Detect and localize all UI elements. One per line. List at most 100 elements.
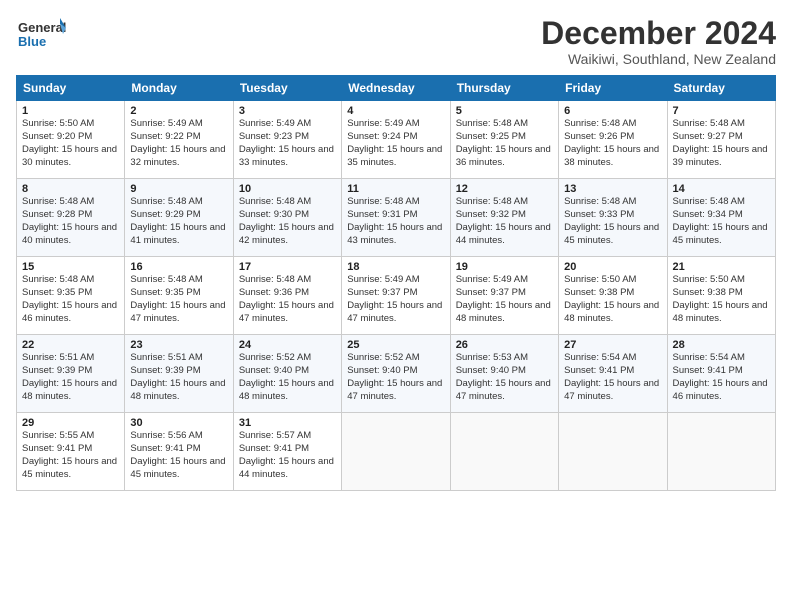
day-number: 7	[673, 105, 770, 117]
day-number: 6	[564, 105, 661, 117]
calendar-cell: 31 Sunrise: 5:57 AM Sunset: 9:41 PM Dayl…	[233, 413, 341, 491]
calendar-cell: 12 Sunrise: 5:48 AM Sunset: 9:32 PM Dayl…	[450, 179, 558, 257]
calendar-cell	[450, 413, 558, 491]
day-info: Sunrise: 5:48 AM Sunset: 9:25 PM Dayligh…	[456, 118, 553, 169]
day-number: 30	[130, 417, 227, 429]
calendar-cell: 9 Sunrise: 5:48 AM Sunset: 9:29 PM Dayli…	[125, 179, 233, 257]
day-number: 16	[130, 261, 227, 273]
day-info: Sunrise: 5:49 AM Sunset: 9:24 PM Dayligh…	[347, 118, 444, 169]
day-number: 26	[456, 339, 553, 351]
calendar-cell: 1 Sunrise: 5:50 AM Sunset: 9:20 PM Dayli…	[17, 101, 125, 179]
header-friday: Friday	[559, 76, 667, 101]
title-area: December 2024 Waikiwi, Southland, New Ze…	[541, 16, 776, 67]
calendar-cell: 18 Sunrise: 5:49 AM Sunset: 9:37 PM Dayl…	[342, 257, 450, 335]
calendar-cell: 4 Sunrise: 5:49 AM Sunset: 9:24 PM Dayli…	[342, 101, 450, 179]
week-row-5: 29 Sunrise: 5:55 AM Sunset: 9:41 PM Dayl…	[17, 413, 776, 491]
week-row-2: 8 Sunrise: 5:48 AM Sunset: 9:28 PM Dayli…	[17, 179, 776, 257]
day-info: Sunrise: 5:53 AM Sunset: 9:40 PM Dayligh…	[456, 352, 553, 403]
header-saturday: Saturday	[667, 76, 775, 101]
day-number: 23	[130, 339, 227, 351]
day-number: 18	[347, 261, 444, 273]
calendar-cell: 2 Sunrise: 5:49 AM Sunset: 9:22 PM Dayli…	[125, 101, 233, 179]
calendar-cell: 8 Sunrise: 5:48 AM Sunset: 9:28 PM Dayli…	[17, 179, 125, 257]
day-number: 25	[347, 339, 444, 351]
day-info: Sunrise: 5:52 AM Sunset: 9:40 PM Dayligh…	[239, 352, 336, 403]
day-info: Sunrise: 5:48 AM Sunset: 9:31 PM Dayligh…	[347, 196, 444, 247]
day-info: Sunrise: 5:57 AM Sunset: 9:41 PM Dayligh…	[239, 430, 336, 481]
logo: General Blue	[16, 16, 66, 54]
day-number: 24	[239, 339, 336, 351]
day-info: Sunrise: 5:49 AM Sunset: 9:37 PM Dayligh…	[456, 274, 553, 325]
day-info: Sunrise: 5:49 AM Sunset: 9:22 PM Dayligh…	[130, 118, 227, 169]
svg-text:Blue: Blue	[18, 34, 46, 49]
calendar-table: Sunday Monday Tuesday Wednesday Thursday…	[16, 75, 776, 491]
day-number: 11	[347, 183, 444, 195]
calendar-cell	[667, 413, 775, 491]
day-info: Sunrise: 5:50 AM Sunset: 9:20 PM Dayligh…	[22, 118, 119, 169]
calendar-cell	[342, 413, 450, 491]
header-monday: Monday	[125, 76, 233, 101]
logo-svg: General Blue	[16, 16, 66, 54]
week-row-1: 1 Sunrise: 5:50 AM Sunset: 9:20 PM Dayli…	[17, 101, 776, 179]
day-info: Sunrise: 5:48 AM Sunset: 9:32 PM Dayligh…	[456, 196, 553, 247]
day-number: 21	[673, 261, 770, 273]
day-info: Sunrise: 5:48 AM Sunset: 9:29 PM Dayligh…	[130, 196, 227, 247]
calendar-cell: 20 Sunrise: 5:50 AM Sunset: 9:38 PM Dayl…	[559, 257, 667, 335]
day-info: Sunrise: 5:49 AM Sunset: 9:37 PM Dayligh…	[347, 274, 444, 325]
header-thursday: Thursday	[450, 76, 558, 101]
day-number: 28	[673, 339, 770, 351]
day-info: Sunrise: 5:54 AM Sunset: 9:41 PM Dayligh…	[564, 352, 661, 403]
day-number: 12	[456, 183, 553, 195]
day-number: 27	[564, 339, 661, 351]
page: General Blue December 2024 Waikiwi, Sout…	[0, 0, 792, 612]
header-tuesday: Tuesday	[233, 76, 341, 101]
day-number: 29	[22, 417, 119, 429]
calendar-cell: 27 Sunrise: 5:54 AM Sunset: 9:41 PM Dayl…	[559, 335, 667, 413]
calendar-cell: 17 Sunrise: 5:48 AM Sunset: 9:36 PM Dayl…	[233, 257, 341, 335]
day-number: 14	[673, 183, 770, 195]
day-info: Sunrise: 5:48 AM Sunset: 9:28 PM Dayligh…	[22, 196, 119, 247]
day-info: Sunrise: 5:48 AM Sunset: 9:34 PM Dayligh…	[673, 196, 770, 247]
day-info: Sunrise: 5:54 AM Sunset: 9:41 PM Dayligh…	[673, 352, 770, 403]
day-info: Sunrise: 5:50 AM Sunset: 9:38 PM Dayligh…	[673, 274, 770, 325]
day-number: 3	[239, 105, 336, 117]
day-info: Sunrise: 5:48 AM Sunset: 9:26 PM Dayligh…	[564, 118, 661, 169]
calendar-cell: 10 Sunrise: 5:48 AM Sunset: 9:30 PM Dayl…	[233, 179, 341, 257]
day-info: Sunrise: 5:51 AM Sunset: 9:39 PM Dayligh…	[22, 352, 119, 403]
day-info: Sunrise: 5:49 AM Sunset: 9:23 PM Dayligh…	[239, 118, 336, 169]
calendar-header-row: Sunday Monday Tuesday Wednesday Thursday…	[17, 76, 776, 101]
calendar-cell: 26 Sunrise: 5:53 AM Sunset: 9:40 PM Dayl…	[450, 335, 558, 413]
day-number: 4	[347, 105, 444, 117]
day-number: 2	[130, 105, 227, 117]
calendar-cell: 11 Sunrise: 5:48 AM Sunset: 9:31 PM Dayl…	[342, 179, 450, 257]
calendar-cell: 13 Sunrise: 5:48 AM Sunset: 9:33 PM Dayl…	[559, 179, 667, 257]
day-info: Sunrise: 5:56 AM Sunset: 9:41 PM Dayligh…	[130, 430, 227, 481]
month-title: December 2024	[541, 16, 776, 51]
svg-text:General: General	[18, 20, 66, 35]
calendar-cell: 30 Sunrise: 5:56 AM Sunset: 9:41 PM Dayl…	[125, 413, 233, 491]
day-info: Sunrise: 5:48 AM Sunset: 9:35 PM Dayligh…	[130, 274, 227, 325]
calendar-cell	[559, 413, 667, 491]
day-number: 9	[130, 183, 227, 195]
week-row-4: 22 Sunrise: 5:51 AM Sunset: 9:39 PM Dayl…	[17, 335, 776, 413]
week-row-3: 15 Sunrise: 5:48 AM Sunset: 9:35 PM Dayl…	[17, 257, 776, 335]
day-number: 31	[239, 417, 336, 429]
day-number: 19	[456, 261, 553, 273]
day-info: Sunrise: 5:55 AM Sunset: 9:41 PM Dayligh…	[22, 430, 119, 481]
calendar-cell: 25 Sunrise: 5:52 AM Sunset: 9:40 PM Dayl…	[342, 335, 450, 413]
day-number: 5	[456, 105, 553, 117]
day-info: Sunrise: 5:48 AM Sunset: 9:36 PM Dayligh…	[239, 274, 336, 325]
day-number: 1	[22, 105, 119, 117]
calendar-cell: 22 Sunrise: 5:51 AM Sunset: 9:39 PM Dayl…	[17, 335, 125, 413]
subtitle: Waikiwi, Southland, New Zealand	[541, 51, 776, 67]
calendar-cell: 6 Sunrise: 5:48 AM Sunset: 9:26 PM Dayli…	[559, 101, 667, 179]
day-info: Sunrise: 5:48 AM Sunset: 9:27 PM Dayligh…	[673, 118, 770, 169]
calendar-cell: 23 Sunrise: 5:51 AM Sunset: 9:39 PM Dayl…	[125, 335, 233, 413]
day-info: Sunrise: 5:51 AM Sunset: 9:39 PM Dayligh…	[130, 352, 227, 403]
header-sunday: Sunday	[17, 76, 125, 101]
header-wednesday: Wednesday	[342, 76, 450, 101]
header: General Blue December 2024 Waikiwi, Sout…	[16, 16, 776, 67]
calendar-cell: 21 Sunrise: 5:50 AM Sunset: 9:38 PM Dayl…	[667, 257, 775, 335]
day-info: Sunrise: 5:48 AM Sunset: 9:35 PM Dayligh…	[22, 274, 119, 325]
calendar-cell: 24 Sunrise: 5:52 AM Sunset: 9:40 PM Dayl…	[233, 335, 341, 413]
